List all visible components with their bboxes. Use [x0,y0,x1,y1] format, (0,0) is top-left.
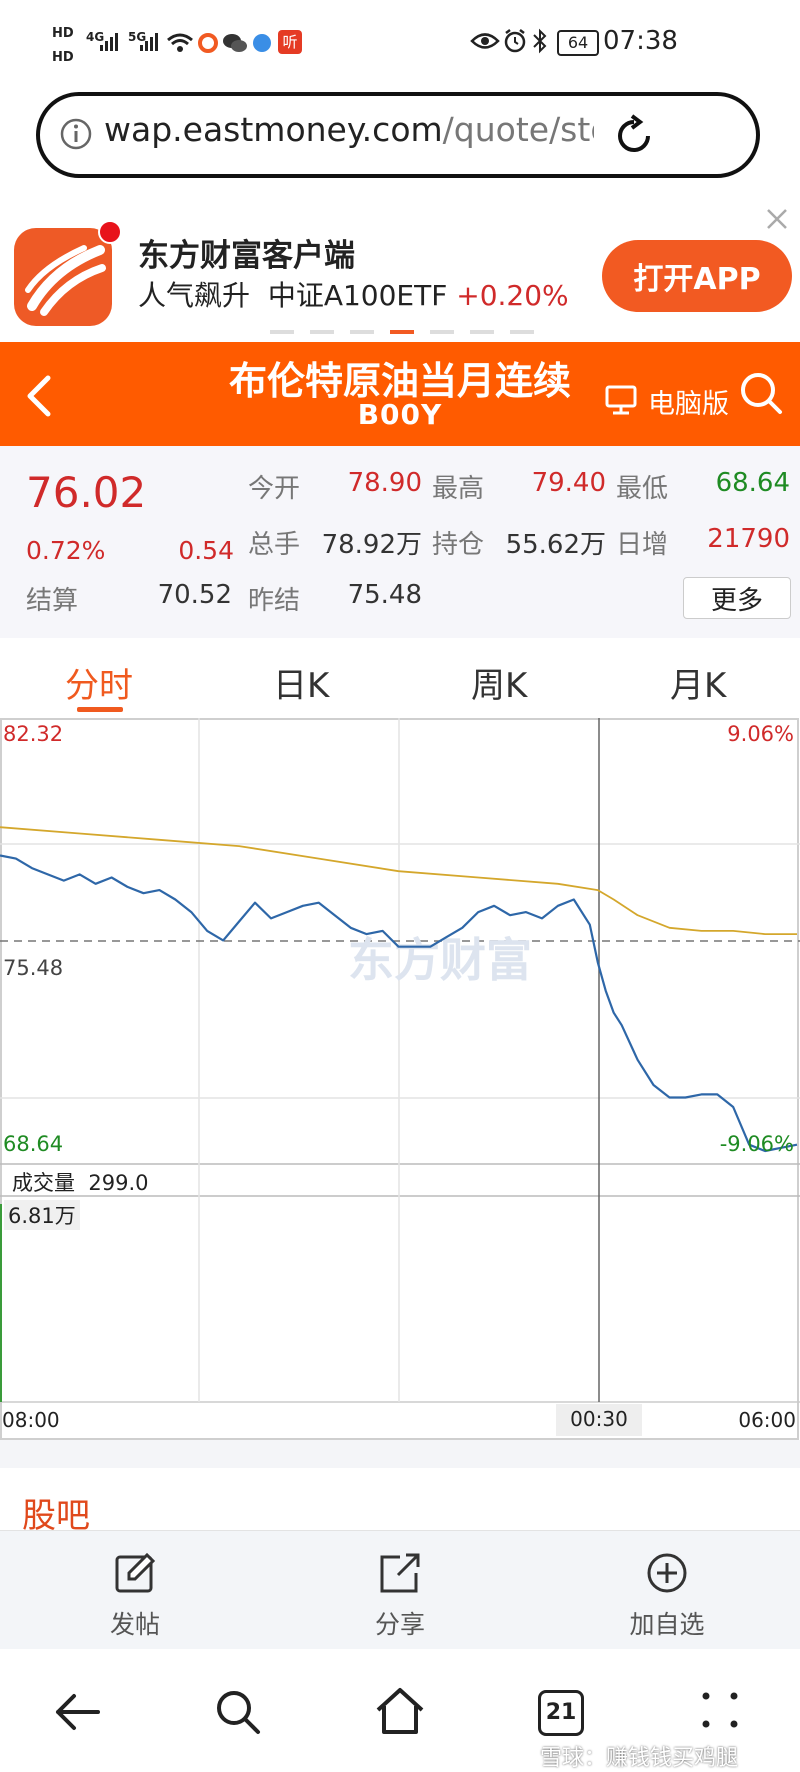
tabs-count-button[interactable]: 21 [538,1690,584,1736]
promo-fund-name: 中证A100ETF [267,279,448,312]
open-label: 今开 [248,474,301,504]
daily-increase-label: 日增 [616,530,669,560]
prev-settle-value: 75.48 [347,580,422,610]
tab-daily-k[interactable]: 日K [273,658,329,707]
intraday-chart-svg: 东方财富 [0,718,800,1440]
home-icon[interactable] [374,1686,426,1736]
carousel-dots [270,330,534,334]
notification-dot [98,220,122,244]
action-toolbar: 发帖 分享 加自选 [0,1530,800,1649]
x-label-end: 06:00 [738,1408,796,1432]
edit-icon [115,1552,156,1593]
promo-tagline: 人气飙升 中证A100ETF +0.20% [138,274,569,314]
search-icon[interactable] [738,370,784,416]
browser-navbar: 21 雪球：赚钱钱买鸡腿 [0,1650,800,1771]
change-amount: 0.54 [178,536,234,565]
volume-value: 78.92万 [321,530,422,560]
promo-fund-change: +0.20% [456,279,569,312]
intraday-chart[interactable]: 东方财富 82.32 9.06% 75.48 68.64 -9.06% 成交量 … [0,718,800,1440]
url-path: /quote/stock/ [442,110,594,149]
info-icon[interactable] [58,116,94,152]
battery-icon: 64 [557,30,599,56]
eye-icon [470,33,500,49]
hd-badges: HD HD [52,26,74,65]
listen-app-icon: 听 [278,30,302,54]
y-min-label: 68.64 [3,1132,64,1156]
app-ring-icon [198,33,218,53]
more-button[interactable]: 更多 [683,577,791,619]
share-icon [380,1553,420,1593]
promo-tag-prefix: 人气飙升 [138,279,251,312]
tab-monthly-k[interactable]: 月K [670,658,726,707]
monitor-icon[interactable] [604,384,638,416]
volume-label: 总手 [248,530,301,560]
high-label: 最高 [432,474,485,504]
open-value: 78.90 [347,468,422,498]
tab-active-indicator [77,707,123,712]
quote-header: 布伦特原油当月连续 B00Y 电脑版 [0,342,800,446]
open-app-button[interactable]: 打开APP [602,240,792,312]
settle-value: 70.52 [157,580,232,610]
clock: 07:38 [603,26,678,56]
browser-icon [253,34,271,52]
x-label-start: 08:00 [2,1408,60,1432]
add-watchlist-label: 加自选 [629,1610,705,1639]
alarm-icon [504,29,526,53]
menu-dots-icon[interactable] [698,1688,742,1732]
open-interest-value: 55.62万 [505,530,606,560]
bluetooth-icon [533,28,547,54]
x-label-cursor: 00:30 [556,1404,642,1436]
refresh-icon[interactable] [612,114,656,158]
section-divider [0,1440,800,1468]
share-button[interactable]: 分享 [340,1551,460,1641]
signal-icon [100,33,118,51]
back-arrow-icon[interactable] [52,1690,102,1734]
eastmoney-logo-icon [25,245,106,316]
search-icon[interactable] [214,1688,262,1736]
status-bar: HD HD 4G 5G 听 64 07:38 [0,0,800,95]
add-icon [647,1553,687,1593]
share-label: 分享 [374,1610,425,1639]
post-button[interactable]: 发帖 [75,1551,195,1641]
prev-settle-label: 昨结 [248,586,301,616]
daily-increase-value: 21790 [707,524,790,554]
add-watchlist-button[interactable]: 加自选 [607,1551,727,1641]
y-ref-label: 75.48 [3,956,64,980]
url-bar[interactable]: wap.eastmoney.com/quote/stock/ [36,92,760,178]
wifi-icon [167,33,193,52]
promo-app-name: 东方财富客户端 [138,238,355,274]
wechat-icon [223,34,247,52]
change-percent: 0.72% [26,536,106,565]
url-text[interactable]: wap.eastmoney.com/quote/stock/ [104,110,594,149]
quote-panel: 76.02 0.72% 0.54 今开 78.90 最高 79.40 最低 68… [0,446,800,638]
url-host: wap.eastmoney.com [104,110,443,149]
close-icon[interactable] [764,206,790,232]
low-value: 68.64 [715,468,790,498]
settle-label: 结算 [26,586,79,616]
pct-max-label: 9.06% [727,722,794,746]
app-logo [14,228,112,326]
signal-icon [140,33,158,51]
open-interest-label: 持仓 [432,530,485,560]
last-price: 76.02 [26,468,147,517]
volume-readout: 成交量 299.0 [12,1171,149,1195]
watermark-text: 雪球：赚钱钱买鸡腿 [540,1746,739,1771]
desktop-version-link[interactable]: 电脑版 [648,382,729,421]
tab-weekly-k[interactable]: 周K [471,658,527,707]
y-max-label: 82.32 [3,722,64,746]
volume-max-label: 6.81万 [4,1200,80,1230]
pct-min-label: -9.06% [719,1132,794,1156]
tab-intraday[interactable]: 分时 [65,658,133,707]
low-label: 最低 [616,474,669,504]
post-label: 发帖 [109,1610,160,1639]
high-value: 79.40 [531,468,606,498]
